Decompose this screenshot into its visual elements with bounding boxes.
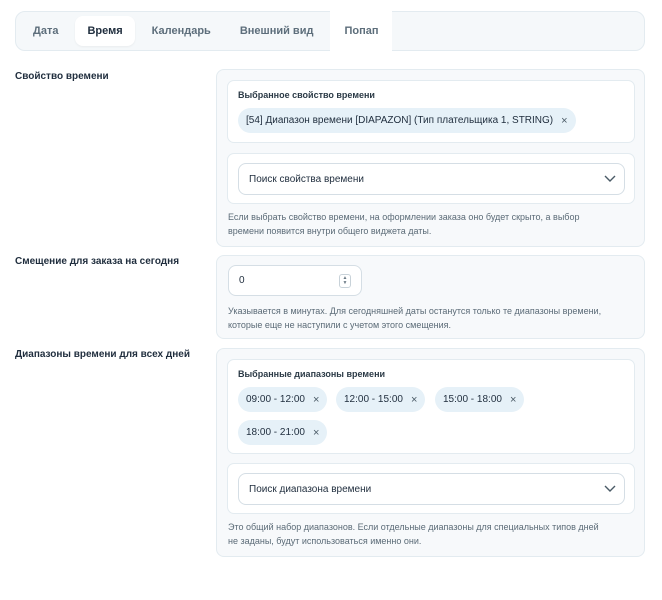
tab-time[interactable]: Время [75, 16, 135, 46]
tab-calendar[interactable]: Календарь [140, 16, 223, 46]
selected-time-property-box: Выбранное свойство времени [54] Диапазон… [227, 80, 635, 143]
time-property-help: Если выбрать свойство времени, на оформл… [228, 210, 638, 238]
chevron-down-icon[interactable] [604, 175, 616, 183]
search-placeholder: Поиск свойства времени [249, 173, 364, 185]
ranges-label: Диапазоны времени для всех дней [15, 349, 190, 360]
ranges-panel: Выбранные диапазоны времени 09:00 - 12:0… [216, 348, 645, 557]
time-property-panel: Выбранное свойство времени [54] Диапазон… [216, 69, 645, 247]
offset-label: Смещение для заказа на сегодня [15, 256, 180, 267]
tab-date[interactable]: Дата [21, 16, 70, 46]
offset-help: Указывается в минутах. Для сегодняшней д… [228, 304, 638, 332]
chevron-down-icon[interactable] [604, 485, 616, 493]
time-property-search-box: Поиск свойства времени [227, 153, 635, 204]
stepper-icon[interactable]: ▲ ▼ [339, 274, 351, 288]
offset-panel: 0 ▲ ▼ Указывается в минутах. Для сегодняш… [216, 255, 645, 339]
chip-remove-icon[interactable]: × [510, 394, 516, 406]
offset-value: 0 [239, 275, 245, 286]
range-chip: 15:00 - 18:00 × [435, 387, 525, 412]
offset-input[interactable]: 0 ▲ ▼ [228, 265, 362, 296]
range-chip: 09:00 - 12:00 × [238, 387, 328, 412]
chip-remove-icon[interactable]: × [561, 115, 567, 127]
chip-label: 15:00 - 18:00 [443, 394, 502, 405]
selected-ranges-box: Выбранные диапазоны времени 09:00 - 12:0… [227, 359, 635, 454]
ranges-help: Это общий набор диапазонов. Если отдельн… [228, 520, 638, 548]
chip-label: 12:00 - 15:00 [344, 394, 403, 405]
help-line: не заданы, будут использоваться именно о… [228, 536, 422, 546]
help-line: времени появится внутри общего виджета д… [228, 226, 432, 236]
range-chip: 12:00 - 15:00 × [336, 387, 426, 412]
tab-appearance[interactable]: Внешний вид [228, 16, 326, 46]
chip-label: 09:00 - 12:00 [246, 394, 305, 405]
chip-label: 18:00 - 21:00 [246, 427, 305, 438]
time-property-search-input[interactable]: Поиск свойства времени [238, 163, 625, 195]
time-property-chip: [54] Диапазон времени [DIAPAZON] (Тип пл… [238, 108, 576, 133]
ranges-search-input[interactable]: Поиск диапазона времени [238, 473, 625, 505]
tab-popup[interactable]: Попап [330, 11, 393, 51]
chip-remove-icon[interactable]: × [313, 394, 319, 406]
help-line: Указывается в минутах. Для сегодняшней д… [228, 306, 602, 316]
chip-label: [54] Диапазон времени [DIAPAZON] (Тип пл… [246, 115, 554, 126]
help-line: которые еще не наступили с учетом этого … [228, 320, 452, 330]
ranges-search-box: Поиск диапазона времени [227, 463, 635, 514]
range-chip: 18:00 - 21:00 × [238, 420, 328, 445]
selected-time-property-title: Выбранное свойство времени [238, 90, 375, 100]
settings-tabs: Дата Время Календарь Внешний вид Попап [15, 11, 645, 51]
selected-ranges-title: Выбранные диапазоны времени [238, 369, 386, 379]
time-property-label: Свойство времени [15, 71, 109, 82]
search-placeholder: Поиск диапазона времени [249, 483, 372, 495]
help-line: Если выбрать свойство времени, на оформл… [228, 212, 580, 222]
chip-remove-icon[interactable]: × [313, 427, 319, 439]
chip-remove-icon[interactable]: × [411, 394, 417, 406]
help-line: Это общий набор диапазонов. Если отдельн… [228, 522, 599, 532]
